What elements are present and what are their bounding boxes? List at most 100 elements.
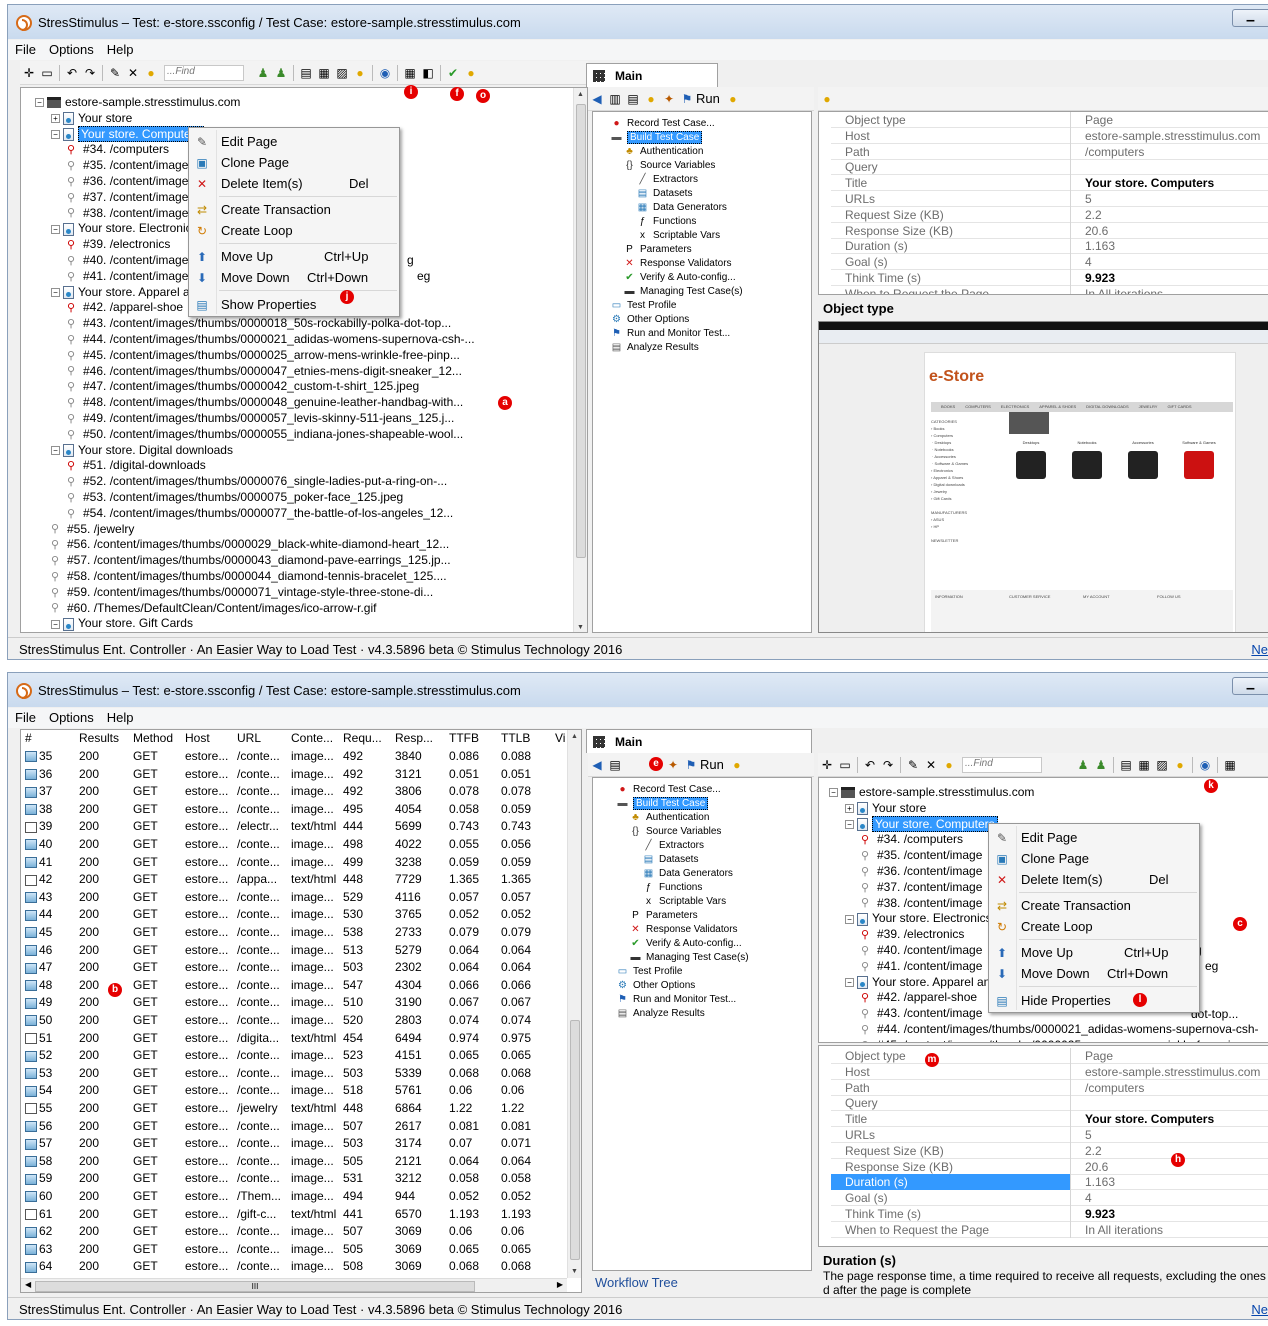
tree-row[interactable]: ⚲ #34. /computers [861, 831, 963, 847]
table-row[interactable]: 47 200 GET estore... /conte... image... 503 230… [21, 959, 567, 977]
edit-icon[interactable]: ✎ [108, 66, 122, 80]
tree-row[interactable]: − Your store. Electronics [51, 220, 198, 236]
property-row[interactable]: Query [831, 1095, 1268, 1112]
menu-item[interactable]: ▣ Clone Page [189, 153, 399, 173]
menu-item[interactable]: ↻ Create Loop [989, 917, 1199, 937]
menu-item[interactable]: ✎ Edit Page [989, 828, 1199, 848]
clear-filter-icon[interactable]: ▨ [335, 66, 349, 80]
tree-row[interactable]: ⚲ #36. /content/image [861, 863, 982, 879]
table-row[interactable]: 49 200 GET estore... /conte... image... 510 319… [21, 994, 567, 1012]
menu-help-2[interactable]: Help [100, 708, 140, 725]
tip-bulb-icon-3[interactable]: ● [464, 66, 478, 80]
column-header[interactable]: # [25, 730, 32, 747]
filter-icon[interactable]: ▤ [299, 66, 313, 80]
wand-icon-2[interactable]: ✦ [666, 758, 680, 772]
table-row[interactable]: 45 200 GET estore... /conte... image... 538 273… [21, 924, 567, 942]
tab-main[interactable]: Main [586, 63, 718, 87]
tree-row[interactable]: − Your store. Electronics [845, 910, 992, 926]
users2-icon-2[interactable]: ♟ [1094, 758, 1108, 772]
collapse-toggle-icon[interactable]: − [51, 619, 60, 629]
collapse-toggle-icon[interactable]: + [845, 804, 854, 814]
tree-row[interactable]: ⚲ #42. /apparel-shoe [861, 989, 977, 1005]
tree-row[interactable]: ⚲ #41. /content/image [861, 958, 982, 974]
edit-icon-2[interactable]: ✎ [906, 758, 920, 772]
tree-row[interactable]: ⚲#45. /content/images/thumbs/0000025_arr… [861, 1037, 1244, 1042]
tree-row[interactable]: ⚲ #51. /digital-downloads [67, 457, 206, 473]
table-row[interactable]: 48 200 GET estore... /conte... image... 547 430… [21, 977, 567, 995]
run-button-2[interactable]: Run [700, 757, 724, 772]
collapse-toggle-icon[interactable]: − [51, 129, 60, 139]
properties-icon-2[interactable]: ▦ [1223, 758, 1237, 772]
run-button[interactable]: Run [696, 91, 720, 106]
tree-row[interactable]: ⚲ #47. /content/images/thumbs/0000042_cus… [67, 378, 419, 394]
table-row[interactable]: 51 200 GET estore... /digita... text/html 454 6… [21, 1030, 567, 1048]
tree-row[interactable]: ⚲ #55. /jewelry [51, 521, 134, 537]
collapse-toggle-icon[interactable]: − [51, 287, 60, 297]
tree-row[interactable]: ⚲ #57. /content/images/thumbs/0000043_dia… [51, 552, 451, 568]
collapse-toggle-icon[interactable]: − [35, 98, 44, 108]
menu-item[interactable]: ✕ Delete Item(s) Del [989, 870, 1199, 890]
tree-row[interactable]: ⚲ #38. /content/image [67, 205, 188, 221]
table-row[interactable]: 41 200 GET estore... /conte... image... 499 323… [21, 854, 567, 872]
property-row[interactable]: Title Your store. Computers [831, 175, 1268, 192]
tree-row[interactable]: ⚲ #38. /content/image [861, 895, 982, 911]
menu-options-2[interactable]: Options [42, 708, 100, 725]
table-row[interactable]: 53 200 GET estore... /conte... image... 503 533… [21, 1065, 567, 1083]
redo-icon[interactable]: ↷ [83, 66, 97, 80]
collapse-toggle-icon[interactable]: − [829, 788, 838, 798]
tree-scrollbar[interactable]: ▲ ▼ [573, 88, 587, 632]
tree-row[interactable]: − Your store. Apparel an [845, 974, 990, 990]
collapse-toggle-icon[interactable]: − [51, 445, 60, 455]
table-row[interactable]: 60 200 GET estore... /Them... image... 494 944 0… [21, 1188, 567, 1206]
menu-options[interactable]: Options [42, 40, 100, 57]
property-row[interactable]: Response Size (KB) 20.6 [831, 222, 1268, 239]
property-row[interactable]: URLs 5 [831, 1127, 1268, 1143]
tree-row[interactable]: − estore-sample.stresstimulus.com [829, 784, 1034, 800]
find-input-2[interactable]: ...Find [962, 757, 1042, 773]
table-row[interactable]: 59 200 GET estore... /conte... image... 531 321… [21, 1170, 567, 1188]
tip-bulb-icon-2[interactable]: ● [353, 66, 367, 80]
table-row[interactable]: 39 200 GET estore... /electr... text/html 444 5… [21, 818, 567, 836]
table-row[interactable]: 61 200 GET estore... /gift-c... text/html 441 6… [21, 1206, 567, 1224]
tip-bulb-icon-9[interactable]: ● [942, 758, 956, 772]
verify-check-icon[interactable]: ✔ [446, 66, 460, 80]
minimize-button-2[interactable]: ▁ [1232, 677, 1268, 695]
table-row[interactable]: 64 200 GET estore... /conte... image... 508 306… [21, 1258, 567, 1276]
tree-row[interactable]: ⚲ #34. /computers [67, 141, 169, 157]
list-icon[interactable]: ▤ [626, 92, 640, 106]
tree-row[interactable]: ⚲ #60. /Themes/DefaultClean/Content/image… [51, 600, 376, 616]
table-row[interactable]: 62 200 GET estore... /conte... image... 507 306… [21, 1223, 567, 1241]
table-row[interactable]: 63 200 GET estore... /conte... image... 505 306… [21, 1241, 567, 1259]
property-row[interactable]: Request Size (KB) 2.2 [831, 1142, 1268, 1159]
tree-row[interactable]: ⚲ #37. /content/image [67, 189, 188, 205]
property-row[interactable]: Path/computers [831, 1079, 1268, 1096]
tree-row[interactable]: ⚲#45. /content/images/thumbs/0000025_arr… [67, 347, 460, 363]
tree-row[interactable]: ⚲ #43. /content/images/thumbs/0000018_50s… [67, 315, 451, 331]
menu-item[interactable]: ↻ Create Loop [189, 221, 399, 241]
run-flag-icon-2[interactable]: ⚑ [684, 758, 698, 772]
collapse-toggle-icon[interactable]: − [51, 224, 60, 234]
users-icon[interactable]: ♟ [256, 66, 270, 80]
property-row[interactable]: Object type Page [831, 112, 1268, 128]
tree-row[interactable]: ⚲ #42. /apparel-shoe [67, 299, 183, 315]
back-icon[interactable]: ◀ [590, 92, 604, 106]
collapse-toggle-icon[interactable]: − [845, 914, 854, 924]
table-row[interactable]: 57 200 GET estore... /conte... image... 503 317… [21, 1135, 567, 1153]
tree-row[interactable]: ⚲ #44. /content/images/thumbs/0000021_adi… [861, 1021, 1259, 1037]
menu-item[interactable]: ⬇ Move Down Ctrl+Down [189, 268, 399, 288]
table-row[interactable]: 44 200 GET estore... /conte... image... 530 376… [21, 906, 567, 924]
tip-bulb-icon-8[interactable]: ● [730, 758, 744, 772]
tree-row[interactable]: ⚲ #41. /content/image [67, 268, 188, 284]
menu-item[interactable]: ⬇ Move Down Ctrl+Down [989, 964, 1199, 984]
tree-row[interactable]: − Your store. Gift Cards [51, 615, 193, 631]
property-row[interactable]: Host estore-sample.stresstimulus.com [831, 1063, 1268, 1080]
panel-icon[interactable]: ◧ [421, 66, 435, 80]
tip-bulb-icon-10[interactable]: ● [1173, 758, 1187, 772]
columns-icon[interactable]: ▥ [608, 92, 622, 106]
menu-item[interactable]: ▣ Clone Page [989, 849, 1199, 869]
tree-row[interactable]: ⚲ #36. /content/image [67, 173, 188, 189]
property-row[interactable]: Query [831, 159, 1268, 176]
tree-row[interactable]: ⚲ #56. /content/images/thumbs/0000029_bla… [51, 536, 449, 552]
tree-row[interactable]: − Your store. Digital downloads [51, 442, 233, 458]
tree-view-icon[interactable]: ▤ [608, 758, 622, 772]
